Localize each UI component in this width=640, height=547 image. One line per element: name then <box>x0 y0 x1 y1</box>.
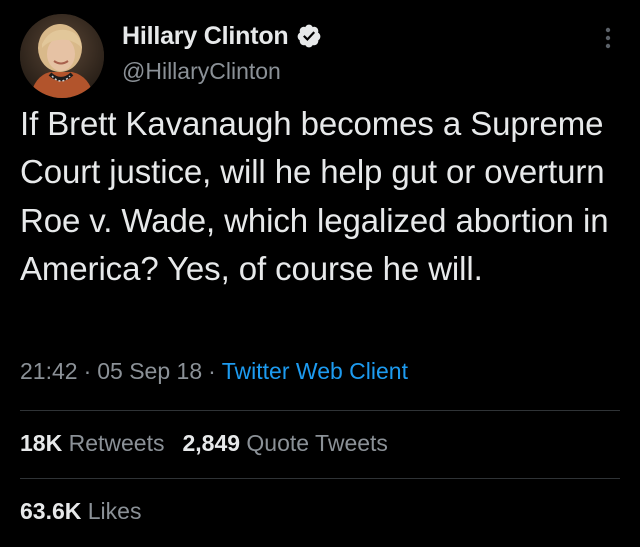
retweet-quote-stats: 18K Retweets 2,849 Quote Tweets <box>20 430 388 457</box>
avatar-image <box>20 14 104 98</box>
divider <box>20 410 620 411</box>
likes-stat[interactable]: 63.6K Likes <box>20 498 141 524</box>
likes-stats: 63.6K Likes <box>20 498 141 525</box>
author-display-name[interactable]: Hillary Clinton <box>122 22 289 51</box>
quote-tweets-stat[interactable]: 2,849 Quote Tweets <box>182 430 387 456</box>
tweet-text: If Brett Kavanaugh becomes a Supreme Cou… <box>20 105 609 288</box>
avatar[interactable] <box>20 14 104 98</box>
verified-badge-icon <box>296 23 322 49</box>
tweet-date[interactable]: 05 Sep 18 <box>97 358 202 384</box>
retweets-stat[interactable]: 18K Retweets <box>20 430 164 456</box>
quote-tweets-label: Quote Tweets <box>246 430 388 456</box>
likes-label: Likes <box>87 498 142 524</box>
retweets-count: 18K <box>20 430 63 456</box>
tweet-meta: 21:42 · 05 Sep 18 · Twitter Web Client <box>20 358 408 385</box>
tweet-source-link[interactable]: Twitter Web Client <box>222 358 408 384</box>
author-name-row: Hillary Clinton <box>122 20 322 52</box>
tweet-card: Hillary Clinton @HillaryClinton If Brett… <box>0 0 640 547</box>
more-options-icon[interactable] <box>596 24 620 52</box>
author-handle[interactable]: @HillaryClinton <box>122 58 281 85</box>
divider <box>20 478 620 479</box>
quote-tweets-count: 2,849 <box>182 430 241 456</box>
retweets-label: Retweets <box>68 430 165 456</box>
meta-separator: · <box>83 358 92 384</box>
likes-count: 63.6K <box>20 498 82 524</box>
tweet-time[interactable]: 21:42 <box>20 358 78 384</box>
meta-separator: · <box>208 358 216 384</box>
